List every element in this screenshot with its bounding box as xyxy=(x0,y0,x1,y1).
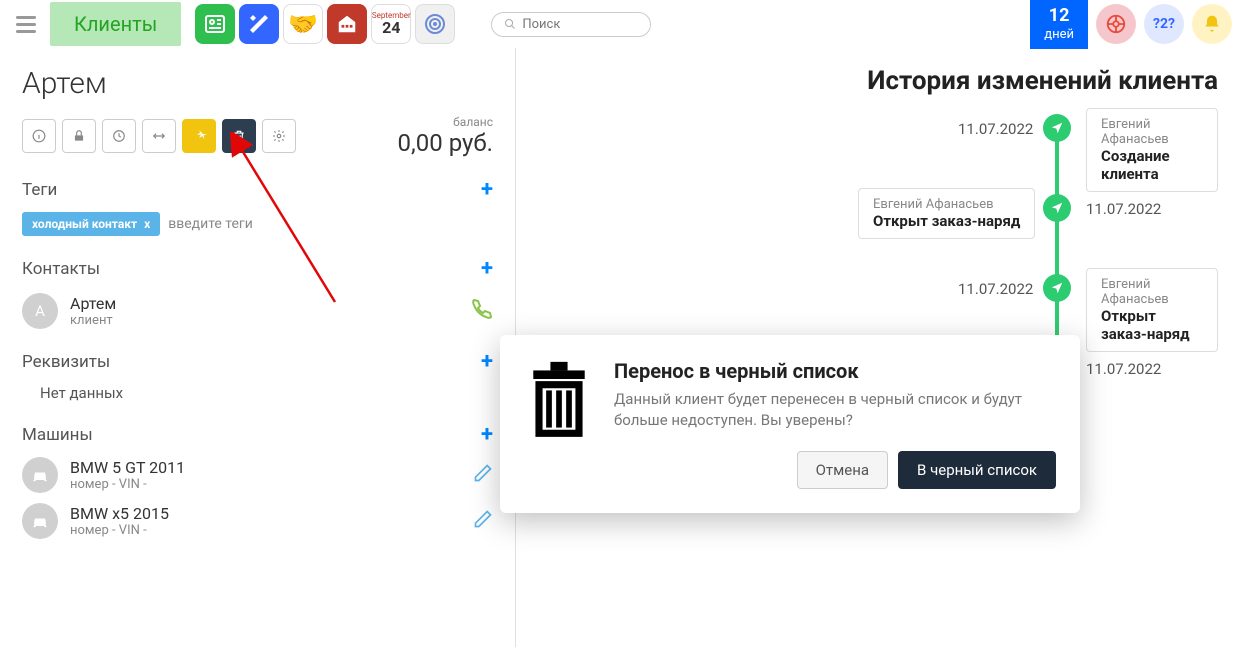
timeline-author: Евгений Афанасьев xyxy=(873,197,1020,212)
days-badge[interactable]: 12 дней xyxy=(1030,0,1088,49)
section-tags: Теги + xyxy=(22,177,493,202)
swap-button[interactable] xyxy=(142,119,176,153)
tag-chip[interactable]: холодный контакт x xyxy=(22,212,160,236)
timeline-date: 11.07.2022 xyxy=(958,280,1033,298)
cancel-button[interactable]: Отмена xyxy=(797,451,888,489)
car-name: BMW x5 2015 xyxy=(70,504,169,523)
trash-icon xyxy=(524,359,594,489)
timeline-action: Открыт заказ-наряд xyxy=(873,212,1020,230)
section-tags-label: Теги xyxy=(22,180,57,200)
app-icon-id[interactable] xyxy=(195,4,235,44)
requisites-nodata: Нет данных xyxy=(22,384,493,402)
nav-tab-clients[interactable]: Клиенты xyxy=(50,2,181,46)
avatar: А xyxy=(22,293,58,329)
client-actions: баланс 0,00 руб. xyxy=(22,115,493,157)
balance-label: баланс xyxy=(398,115,493,129)
tag-row: холодный контакт x введите теги xyxy=(22,212,493,236)
timeline-dot xyxy=(1043,114,1071,142)
topbar: Клиенты 🤝 September 24 12 дней ?2? xyxy=(0,0,1240,48)
notifications-icon[interactable] xyxy=(1192,4,1232,44)
modal-title: Перенос в черный список xyxy=(614,359,1056,383)
edit-car-icon[interactable] xyxy=(473,509,493,533)
modal-body: Перенос в черный список Данный клиент бу… xyxy=(614,359,1056,489)
section-cars: Машины + xyxy=(22,422,493,447)
star-button[interactable] xyxy=(182,119,216,153)
blacklist-modal: Перенос в черный список Данный клиент бу… xyxy=(500,335,1080,513)
left-panel: Артем баланс 0,00 руб. Теги + холодный к… xyxy=(0,48,516,647)
history-title: История изменений клиента xyxy=(538,66,1218,96)
car-meta: номер - VIN - xyxy=(70,477,185,492)
timeline-action: Открыт заказ-наряд xyxy=(1101,307,1203,343)
lock-button[interactable] xyxy=(62,119,96,153)
add-contact-button[interactable]: + xyxy=(481,256,493,281)
top-right: 12 дней ?2? xyxy=(1030,0,1232,49)
app-icons: 🤝 September 24 xyxy=(195,4,455,44)
modal-text: Данный клиент будет перенесен в черный с… xyxy=(614,389,1056,431)
help-icon[interactable]: ?2? xyxy=(1144,4,1184,44)
timeline-card: Евгений Афанасьев Открыт заказ-наряд xyxy=(1086,268,1218,352)
client-name: Артем xyxy=(22,66,493,101)
confirm-blacklist-button[interactable]: В черный список xyxy=(898,451,1056,489)
section-contacts: Контакты + xyxy=(22,256,493,281)
settings-button[interactable] xyxy=(262,119,296,153)
tag-chip-label: холодный контакт xyxy=(32,217,137,231)
tag-input-hint[interactable]: введите теги xyxy=(168,216,253,232)
timeline-date: 11.07.2022 xyxy=(958,120,1033,138)
search-input[interactable] xyxy=(522,17,638,32)
section-requisites: Реквизиты + xyxy=(22,349,493,374)
timeline-date: 11.07.2022 xyxy=(1086,360,1161,378)
timeline-date: 11.07.2022 xyxy=(1086,200,1161,218)
contact-name: Артем xyxy=(70,294,116,313)
contact-role: клиент xyxy=(70,313,116,328)
timeline-author: Евгений Афанасьев xyxy=(1101,117,1203,147)
delete-button[interactable] xyxy=(222,119,256,153)
edit-car-icon[interactable] xyxy=(473,463,493,487)
search-box[interactable] xyxy=(491,12,651,37)
tag-remove-icon[interactable]: x xyxy=(144,217,150,231)
car-meta: номер - VIN - xyxy=(70,523,169,538)
phone-icon[interactable] xyxy=(469,296,493,326)
timeline-author: Евгений Афанасьев xyxy=(1101,277,1203,307)
info-button[interactable] xyxy=(22,119,56,153)
timeline-card: Евгений Афанасьев Создание клиента xyxy=(1086,108,1218,192)
car-info: BMW 5 GT 2011 номер - VIN - xyxy=(70,458,185,492)
add-tag-button[interactable]: + xyxy=(481,177,493,202)
car-item[interactable]: BMW 5 GT 2011 номер - VIN - xyxy=(22,457,493,493)
section-contacts-label: Контакты xyxy=(22,259,100,279)
days-label: дней xyxy=(1044,27,1074,42)
app-icon-target[interactable] xyxy=(415,4,455,44)
timeline-action: Создание клиента xyxy=(1101,147,1203,183)
timeline-card: Евгений Афанасьев Открыт заказ-наряд xyxy=(858,188,1035,239)
app-icon-tools[interactable] xyxy=(239,4,279,44)
balance-value: 0,00 руб. xyxy=(398,129,493,157)
app-icon-calendar[interactable]: September 24 xyxy=(371,4,411,44)
contact-info: Артем клиент xyxy=(70,294,116,328)
calendar-day: 24 xyxy=(382,20,400,36)
car-name: BMW 5 GT 2011 xyxy=(70,458,185,477)
timeline-dot xyxy=(1043,274,1071,302)
search-icon xyxy=(504,17,516,31)
contact-item[interactable]: А Артем клиент xyxy=(22,293,493,329)
menu-button[interactable] xyxy=(8,6,44,42)
car-icon xyxy=(22,457,58,493)
timeline-dot xyxy=(1043,194,1071,222)
support-icon[interactable] xyxy=(1096,4,1136,44)
add-car-button[interactable]: + xyxy=(481,422,493,447)
car-info: BMW x5 2015 номер - VIN - xyxy=(70,504,169,538)
modal-actions: Отмена В черный список xyxy=(614,451,1056,489)
balance-block: баланс 0,00 руб. xyxy=(398,115,493,157)
days-num: 12 xyxy=(1044,5,1074,27)
section-cars-label: Машины xyxy=(22,425,93,445)
history-button[interactable] xyxy=(102,119,136,153)
section-requisites-label: Реквизиты xyxy=(22,352,110,372)
app-icon-handshake[interactable]: 🤝 xyxy=(283,4,323,44)
app-icon-building[interactable] xyxy=(327,4,367,44)
car-icon xyxy=(22,503,58,539)
car-item[interactable]: BMW x5 2015 номер - VIN - xyxy=(22,503,493,539)
add-requisite-button[interactable]: + xyxy=(481,349,493,374)
